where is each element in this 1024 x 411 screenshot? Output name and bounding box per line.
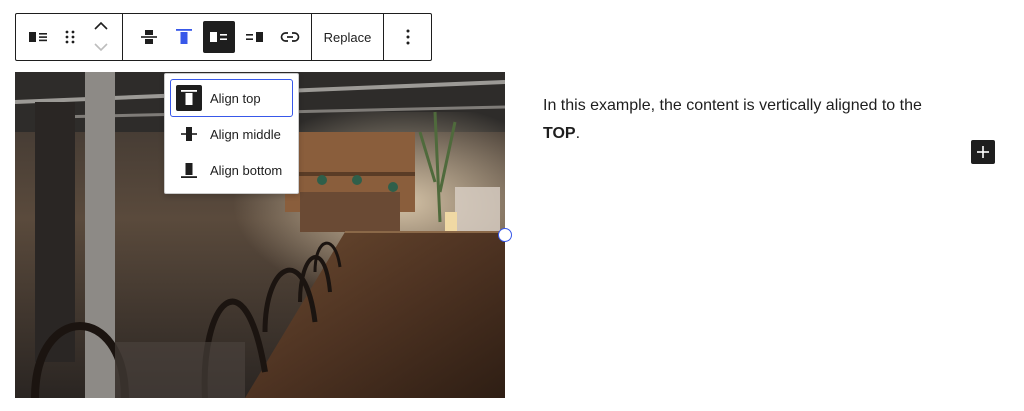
move-down-icon[interactable] [93,39,108,57]
align-top-icon [176,85,202,111]
more-options-icon[interactable] [384,14,431,60]
menu-item-label: Align top [210,90,261,106]
vertical-alignment-menu: Align top Align middle Align bottom [164,73,299,194]
align-bottom-icon [176,157,202,183]
content-paragraph[interactable]: In this example, the content is vertical… [543,92,963,148]
media-on-left-icon[interactable] [203,21,235,53]
replace-button[interactable]: Replace [312,14,384,60]
resize-handle[interactable] [498,228,512,242]
link-icon[interactable] [272,14,307,60]
content-strong-text: TOP [543,125,576,142]
drag-handle-icon[interactable] [54,14,85,60]
plus-icon [977,146,989,158]
menu-item-align-middle[interactable]: Align middle [171,116,292,152]
move-up-icon[interactable] [93,17,108,35]
alignment-group [123,14,312,60]
block-toolbar: Replace [15,13,432,61]
block-inserter-button[interactable] [971,140,995,164]
align-middle-icon [176,121,202,147]
menu-item-label: Align bottom [210,162,283,178]
block-tools-group [16,14,123,60]
align-middle-icon[interactable] [131,14,166,60]
content-text-end: . [575,125,581,142]
align-top-icon[interactable] [166,14,201,60]
content-text: In this example, the content is vertical… [543,97,922,114]
media-on-right-icon[interactable] [237,14,272,60]
block-mover [85,14,116,60]
menu-item-label: Align middle [210,126,281,142]
menu-item-align-top[interactable]: Align top [170,79,293,117]
menu-item-align-bottom[interactable]: Align bottom [171,152,292,188]
media-text-block-icon[interactable] [23,14,54,60]
